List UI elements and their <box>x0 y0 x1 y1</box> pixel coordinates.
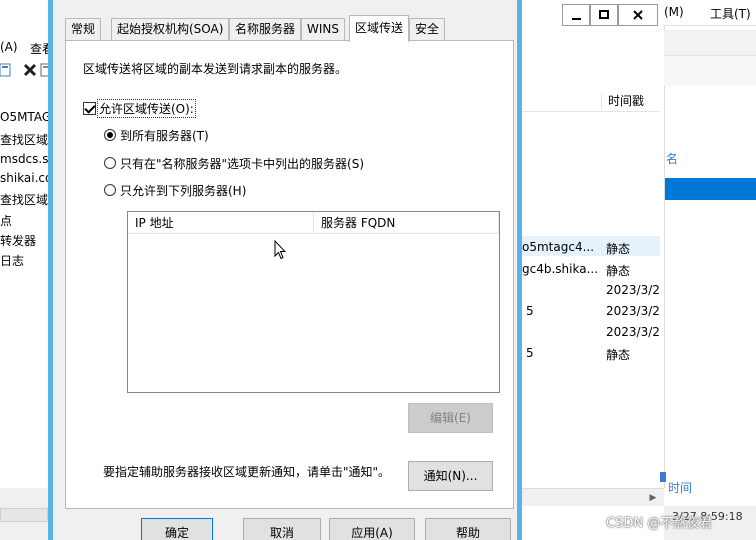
radio-name-servers-only[interactable] <box>104 157 116 169</box>
bg-row-time: 2023/3/2 <box>606 304 660 318</box>
radio-following-servers-label[interactable]: 只允许到下列服务器(H) <box>120 182 246 199</box>
notify-button[interactable]: 通知(N)... <box>408 461 493 491</box>
bg-tree-item-forwarders[interactable]: 转发器 <box>0 232 36 249</box>
col-ip-address[interactable]: IP 地址 <box>128 212 314 234</box>
bg-side-link[interactable]: 名 <box>666 150 678 167</box>
bg-row-name[interactable]: 5 <box>526 304 534 318</box>
bg-row-time: 静态 <box>606 348 631 362</box>
close-button[interactable] <box>618 4 658 26</box>
bg-menu-action[interactable]: (A) <box>0 40 18 54</box>
link-marker-icon <box>660 472 666 482</box>
tab-soa[interactable]: 起始授权机构(SOA) <box>111 18 230 41</box>
bg-horizontal-scrollbar[interactable]: ▶ <box>520 488 664 506</box>
bg-tree-item-reverse-zone[interactable]: 查找区域 <box>0 191 48 208</box>
radio-following-servers[interactable] <box>104 184 116 196</box>
apply-button[interactable]: 应用(A) <box>329 518 415 540</box>
bg-row-time: 2023/3/2 <box>606 283 660 297</box>
ok-button[interactable]: 确定 <box>141 518 213 540</box>
bg-row-name[interactable]: gc4b.shika... <box>522 262 598 276</box>
server-list-header: IP 地址 服务器 FQDN <box>128 212 499 234</box>
radio-all-servers[interactable] <box>104 129 116 141</box>
cancel-button[interactable]: 取消 <box>243 518 321 540</box>
zone-transfer-description: 区域传送将区域的副本发送到请求副本的服务器。 <box>83 62 348 76</box>
bg-tree-item-trust-points[interactable]: 点 <box>0 212 12 229</box>
bg-menu-tools[interactable]: 工具(T) <box>710 5 751 22</box>
bg-tree-item-logs[interactable]: 日志 <box>0 252 24 269</box>
mouse-cursor-icon <box>274 240 286 260</box>
tab-name-servers[interactable]: 名称服务器 <box>229 18 302 41</box>
help-button[interactable]: 帮助 <box>425 518 511 540</box>
zone-properties-dialog: 常规 起始授权机构(SOA) 名称服务器 WINS 区域传送 安全 区域传送将区… <box>48 0 522 540</box>
bg-action-pane <box>664 26 756 488</box>
bg-footer-link[interactable]: 时间 <box>668 479 692 496</box>
delete-icon[interactable] <box>22 62 38 78</box>
console-icon[interactable] <box>0 62 16 78</box>
bg-row-name[interactable]: o5mtagc4... <box>522 240 594 254</box>
allow-transfer-checkbox[interactable] <box>83 102 96 115</box>
scroll-right-icon[interactable]: ▶ <box>646 491 660 505</box>
bg-row-time: 静态 <box>606 264 631 278</box>
bg-col-timestamp[interactable]: 时间戳 <box>601 92 644 110</box>
radio-name-servers-only-label[interactable]: 只有在"名称服务器"选项卡中列出的服务器(S) <box>120 155 364 172</box>
tab-wins[interactable]: WINS <box>301 18 345 41</box>
tab-zone-transfers[interactable]: 区域传送 <box>349 15 410 42</box>
watermark: CSDN @不熬夜君 <box>606 516 713 531</box>
allow-transfer-label[interactable]: 允许区域传送(O): <box>97 99 196 118</box>
tab-security[interactable]: 安全 <box>409 18 446 41</box>
edit-button[interactable]: 编辑(E) <box>408 403 493 433</box>
bg-row-name[interactable]: 5 <box>526 346 534 360</box>
bg-selected-row[interactable] <box>665 178 756 200</box>
minimize-button[interactable] <box>562 4 590 26</box>
radio-all-servers-label[interactable]: 到所有服务器(T) <box>120 127 209 144</box>
bg-row-time: 2023/3/2 <box>606 325 660 339</box>
close-icon <box>633 10 643 20</box>
notify-description: 要指定辅助服务器接收区域更新通知，请单击"通知"。 <box>103 465 391 479</box>
server-list[interactable]: IP 地址 服务器 FQDN <box>127 211 500 393</box>
bg-tree-item-lookup-zone[interactable]: 查找区域 <box>0 131 48 148</box>
bg-row-time: 静态 <box>606 242 631 256</box>
bg-menu-m[interactable]: (M) <box>664 5 684 19</box>
tab-general[interactable]: 常规 <box>65 18 102 41</box>
maximize-button[interactable] <box>590 4 618 26</box>
bg-tree-item-server[interactable]: O5MTAG <box>0 110 51 124</box>
col-server-fqdn[interactable]: 服务器 FQDN <box>314 212 499 234</box>
